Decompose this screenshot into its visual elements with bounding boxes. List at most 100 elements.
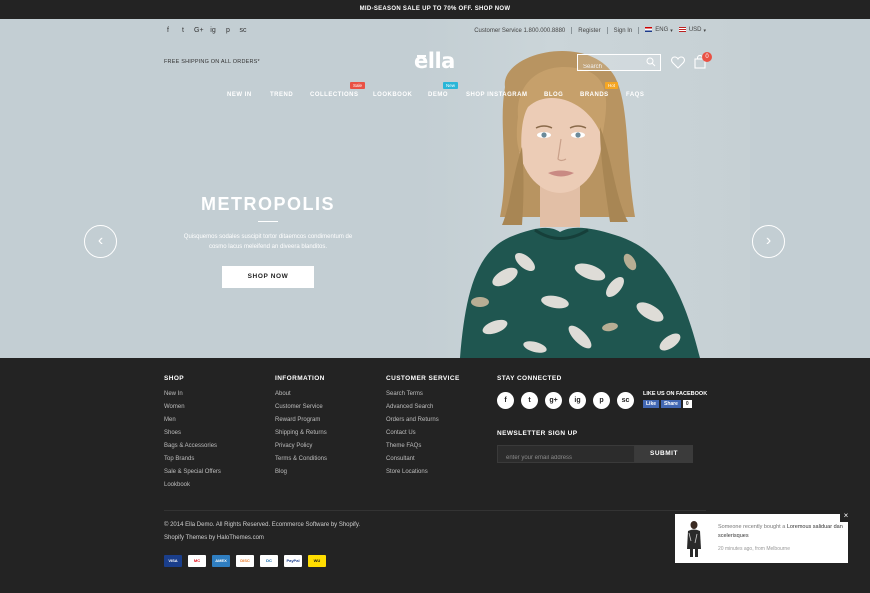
chevron-right-icon: › [765, 232, 772, 249]
product-thumbnail[interactable] [683, 519, 705, 558]
footer-link[interactable]: Customer Service [275, 401, 327, 414]
visa-icon: VISA [164, 555, 182, 567]
popup-meta: 20 minutes ago, from Melbourne [718, 546, 790, 552]
footer-link[interactable]: Advanced Search [386, 401, 439, 414]
footer-link[interactable]: New In [164, 388, 221, 401]
sign-in-link[interactable]: Sign In [614, 28, 633, 34]
promo-bar[interactable]: MID-SEASON SALE UP TO 70% OFF. SHOP NOW [0, 0, 870, 19]
footer-link[interactable]: Consultant [386, 453, 439, 466]
currency-selector[interactable]: USD ▾ [678, 27, 706, 34]
google-plus-icon[interactable]: G+ [194, 27, 204, 34]
wishlist-heart-icon[interactable] [671, 56, 685, 69]
amex-icon: AMEX [212, 555, 230, 567]
footer-link[interactable]: Lookbook [164, 479, 221, 492]
nav-item-lookbook[interactable]: LOOKBOOK [373, 92, 412, 98]
nav-item-blog[interactable]: BLOG [544, 92, 563, 98]
pinterest-icon[interactable]: p [224, 27, 232, 34]
free-shipping-note: FREE SHIPPING ON ALL ORDERS* [164, 59, 260, 65]
close-icon[interactable]: × [840, 510, 852, 522]
footer-customer-service-list: Search Terms Advanced Search Orders and … [386, 388, 439, 479]
footer-link[interactable]: Bags & Accessories [164, 440, 221, 453]
footer-link[interactable]: Terms & Conditions [275, 453, 327, 466]
slider-prev-button[interactable]: ‹ [84, 225, 117, 258]
nav-item-shop-instagram[interactable]: SHOP INSTAGRAM [466, 92, 527, 98]
slide-text-line-2: cosmo lacus meleifend an diveera blandit… [208, 244, 328, 250]
nav-item-demo[interactable]: DEMO [428, 92, 448, 98]
divider [571, 27, 573, 34]
nav-item-faqs[interactable]: FAQS [626, 92, 644, 98]
footer-link[interactable]: Reward Program [275, 414, 327, 427]
nav-item-trend[interactable]: TREND [270, 92, 293, 98]
search-icon[interactable] [646, 57, 656, 67]
sale-badge: Sale [350, 82, 366, 89]
search-input[interactable] [578, 59, 644, 75]
twitter-icon[interactable]: t [521, 392, 538, 409]
footer-link[interactable]: Store Locations [386, 466, 439, 479]
recent-purchase-popup[interactable]: Someone recently bought a Loremous salid… [675, 514, 848, 563]
newsletter-submit-button[interactable]: SUBMIT [635, 445, 693, 463]
language-selector[interactable]: ENG ▾ [645, 27, 673, 34]
payment-methods: VISA MC AMEX DISC DC PayPal WU [164, 555, 326, 567]
diners-club-icon: DC [260, 555, 278, 567]
footer-link[interactable]: Women [164, 401, 221, 414]
footer-customer-service-heading: CUSTOMER SERVICE [386, 375, 460, 382]
nav-item-collections[interactable]: COLLECTIONS [310, 92, 359, 98]
instagram-icon[interactable]: ig [569, 392, 586, 409]
footer-shop-heading: SHOP [164, 375, 185, 382]
snapchat-icon[interactable]: sc [239, 27, 247, 34]
facebook-share-button[interactable]: Share [661, 400, 681, 408]
facebook-like-count: 0 [682, 400, 692, 408]
footer-link[interactable]: Blog [275, 466, 327, 479]
slide-divider [258, 221, 278, 222]
footer-social-links: f t g+ ig p sc [497, 392, 634, 409]
hero-section: f t G+ ig p sc Customer Service 1.800.00… [0, 19, 870, 358]
hot-badge: Hot [605, 82, 619, 89]
pinterest-icon[interactable]: p [593, 392, 610, 409]
footer-link[interactable]: Shoes [164, 427, 221, 440]
slide-title: METROPOLIS [200, 194, 335, 214]
popup-message: Someone recently bought a Loremous salid… [718, 523, 843, 541]
language-value: ENG [655, 27, 669, 34]
header-social-links: f t G+ ig p sc [164, 27, 247, 34]
popup-prefix: Someone recently bought a [718, 524, 786, 530]
uk-flag-icon [645, 27, 653, 33]
footer-link[interactable]: Shipping & Returns [275, 427, 327, 440]
footer-link[interactable]: Sale & Special Offers [164, 466, 221, 479]
facebook-icon[interactable]: f [164, 27, 172, 34]
register-link[interactable]: Register [578, 28, 600, 34]
site-logo[interactable]: ella [414, 49, 455, 73]
footer-link[interactable]: Privacy Policy [275, 440, 327, 453]
facebook-icon[interactable]: f [497, 392, 514, 409]
shop-now-button[interactable]: SHOP NOW [222, 266, 314, 288]
us-flag-icon [678, 27, 686, 33]
newsletter-field [497, 445, 635, 466]
newsletter-heading: NEWSLETTER SIGN UP [497, 430, 578, 437]
slider-next-button[interactable]: › [752, 225, 785, 258]
currency-value: USD [688, 27, 702, 34]
footer-divider [164, 510, 706, 511]
twitter-icon[interactable]: t [179, 27, 187, 34]
credits-text[interactable]: Shopify Themes by HaloThemes.com [164, 535, 264, 541]
newsletter-email-input[interactable] [498, 450, 634, 466]
footer-link[interactable]: Contact Us [386, 427, 439, 440]
nav-item-brands[interactable]: BRANDS [580, 92, 609, 98]
instagram-icon[interactable]: ig [209, 27, 217, 34]
promo-text[interactable]: MID-SEASON SALE UP TO 70% OFF. SHOP NOW [360, 6, 511, 12]
chevron-down-icon: ▾ [670, 27, 673, 34]
slide-text-line-1: Quisquemos sodales suscipit tortor ditae… [183, 234, 353, 240]
footer-information-list: About Customer Service Reward Program Sh… [275, 388, 327, 479]
nav-item-new-in[interactable]: NEW IN [227, 92, 252, 98]
footer-link[interactable]: Top Brands [164, 453, 221, 466]
footer-link[interactable]: Orders and Returns [386, 414, 439, 427]
stay-connected-heading: STAY CONNECTED [497, 375, 562, 382]
footer-link[interactable]: Theme FAQs [386, 440, 439, 453]
footer-link[interactable]: About [275, 388, 327, 401]
google-plus-icon[interactable]: g+ [545, 392, 562, 409]
facebook-widget: Like Share 0 [643, 400, 692, 408]
facebook-like-button[interactable]: Like [643, 400, 660, 408]
chevron-left-icon: ‹ [97, 232, 104, 249]
footer-link[interactable]: Search Terms [386, 388, 439, 401]
western-union-icon: WU [308, 555, 326, 567]
footer-link[interactable]: Men [164, 414, 221, 427]
snapchat-icon[interactable]: sc [617, 392, 634, 409]
